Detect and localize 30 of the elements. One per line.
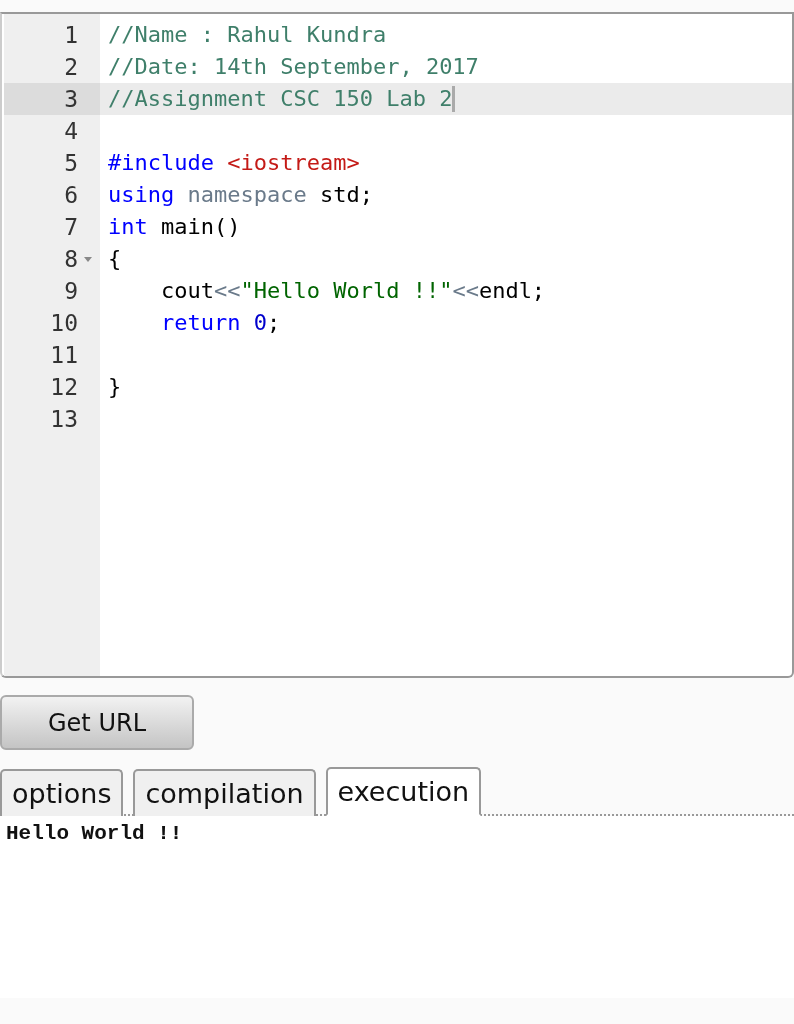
code-line: //Date: 14th September, 2017	[107, 53, 479, 81]
tab[interactable]: execution	[325, 767, 482, 816]
line-number: 13	[49, 405, 78, 434]
line-number: 12	[49, 373, 78, 402]
code-line: //Assignment CSC 150 Lab 2	[107, 85, 453, 113]
line-number: 2	[63, 53, 78, 82]
line-number: 9	[63, 277, 78, 306]
tab[interactable]: compilation	[133, 769, 316, 816]
line-number: 3	[63, 85, 78, 114]
line-number: 1	[63, 21, 78, 50]
line-number: 8	[63, 245, 78, 274]
get-url-button[interactable]: Get URL	[0, 695, 194, 750]
code-line: return 0;	[159, 309, 281, 337]
fold-arrow-icon[interactable]	[84, 256, 92, 262]
line-number: 10	[49, 309, 78, 338]
output-text: Hello World !!	[6, 822, 183, 845]
text-cursor	[452, 86, 456, 112]
line-number: 4	[63, 117, 78, 146]
line-number: 6	[63, 181, 78, 210]
code-line: #include <iostream>	[107, 149, 360, 177]
code-line: {	[107, 245, 122, 273]
line-number: 7	[63, 213, 78, 242]
code-line: }	[107, 373, 122, 401]
code-line: int main()	[107, 213, 241, 241]
code-line: using namespace std;	[107, 181, 373, 209]
code-line: //Name : Rahul Kundra	[107, 21, 387, 49]
line-number: 5	[63, 149, 78, 178]
line-number: 11	[49, 341, 78, 370]
tab[interactable]: options	[0, 769, 124, 816]
code-line: cout<<"Hello World !!"<<endl;	[159, 277, 546, 305]
